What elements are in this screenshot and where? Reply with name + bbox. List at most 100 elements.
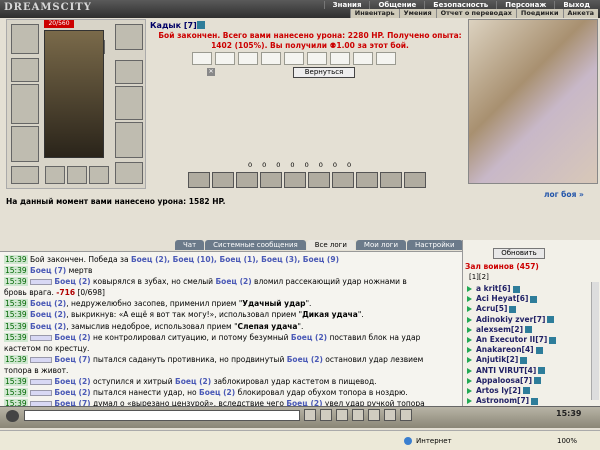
fighter-name[interactable]: Боец (2)	[54, 388, 90, 397]
fighter-name[interactable]: Боец (2)	[287, 355, 323, 364]
action-cell[interactable]	[261, 52, 281, 65]
skill-slot[interactable]	[236, 172, 258, 188]
user-row[interactable]: alexsem [2]	[467, 325, 589, 335]
private-arrow-icon[interactable]	[467, 286, 472, 293]
fighter-name[interactable]: Боец (2)	[291, 333, 327, 342]
user-row[interactable]: Anakareon [4]	[467, 345, 589, 355]
skill-slot[interactable]	[404, 172, 426, 188]
user-name[interactable]: Adinokiy zver	[476, 315, 533, 325]
close-icon[interactable]: ✕	[207, 68, 215, 76]
fighter-name[interactable]: Боец (2)	[286, 399, 322, 406]
action-cell[interactable]	[353, 52, 373, 65]
user-row[interactable]: Appaloosa [7]	[467, 376, 589, 386]
amulet-slot[interactable]	[11, 58, 39, 82]
private-icon[interactable]	[368, 409, 380, 421]
private-arrow-icon[interactable]	[467, 357, 472, 364]
fighter-name[interactable]: Боец (2)	[54, 333, 90, 342]
pants-slot[interactable]	[115, 122, 143, 158]
settings-icon[interactable]	[384, 409, 396, 421]
character-name[interactable]: Кадык [7]	[150, 21, 197, 30]
chat-tab[interactable]: Чат	[175, 240, 205, 250]
fighter-name[interactable]: Боец (2)	[30, 299, 66, 308]
info-icon[interactable]	[531, 397, 539, 405]
top-menu-item[interactable]: Выход	[554, 1, 598, 9]
fighter-name[interactable]: Боец (2)	[30, 322, 66, 331]
return-button[interactable]: Вернуться	[293, 67, 355, 78]
skill-slot[interactable]	[380, 172, 402, 188]
user-name[interactable]: alexsem	[476, 325, 511, 335]
shield-slot[interactable]	[115, 86, 143, 120]
sub-menu-item[interactable]: Инвентарь	[349, 9, 399, 18]
belt-slot[interactable]	[11, 166, 39, 184]
rune-slot-3[interactable]	[89, 166, 109, 184]
action-cell[interactable]	[192, 52, 212, 65]
chat-tab[interactable]: Системные сообщения	[205, 240, 306, 250]
top-menu-item[interactable]: Персонаж	[496, 1, 554, 9]
ring-slot[interactable]	[115, 24, 143, 50]
sub-menu-item[interactable]: Поединки	[515, 9, 563, 18]
user-name[interactable]: Artos ly	[476, 386, 509, 396]
user-name[interactable]: Anakareon	[476, 345, 522, 355]
action-cell[interactable]	[376, 52, 396, 65]
user-row[interactable]: ANTI VIRUT [4]	[467, 366, 589, 376]
private-arrow-icon[interactable]	[467, 316, 472, 323]
action-cell[interactable]	[284, 52, 304, 65]
user-row[interactable]: Anjutik [2]	[467, 355, 589, 365]
chat-tab[interactable]: Мои логи	[355, 240, 406, 250]
chat-tab[interactable]: Все логи	[306, 240, 355, 250]
user-row[interactable]: Artos ly [2]	[467, 386, 589, 396]
fighter-name[interactable]: Боец (7)	[30, 266, 66, 275]
private-arrow-icon[interactable]	[467, 347, 472, 354]
top-menu-item[interactable]: Безопасность	[424, 1, 496, 9]
skill-slot[interactable]	[284, 172, 306, 188]
translit-icon[interactable]	[352, 409, 364, 421]
skill-slot[interactable]	[356, 172, 378, 188]
info-icon[interactable]	[538, 367, 546, 375]
user-name[interactable]: Appaloosa	[476, 376, 520, 386]
info-icon[interactable]	[535, 346, 543, 354]
help-icon[interactable]	[400, 409, 412, 421]
fighter-name[interactable]: Боец (2)	[54, 277, 90, 286]
info-icon[interactable]	[525, 326, 532, 334]
chat-input[interactable]	[24, 410, 300, 421]
fighter-name[interactable]: Боец (7)	[54, 399, 90, 406]
gloves-slot[interactable]	[115, 60, 143, 84]
skill-slot[interactable]	[188, 172, 210, 188]
user-name[interactable]: Anjutik	[476, 355, 506, 365]
info-icon[interactable]	[549, 336, 557, 344]
fighter-name[interactable]: Боец (2)	[175, 377, 211, 386]
user-row[interactable]: Aci Heyat [6]	[467, 294, 589, 304]
user-name[interactable]: a krit	[476, 284, 499, 294]
sub-menu-item[interactable]: Отчет о переводах	[435, 9, 516, 18]
info-icon[interactable]	[522, 387, 530, 395]
refresh-button[interactable]: Обновить	[493, 248, 545, 259]
fighter-name[interactable]: Боец (2)	[30, 310, 66, 319]
battle-log-link[interactable]: лог боя »	[544, 190, 584, 199]
sub-menu-item[interactable]: Анкета	[562, 9, 599, 18]
skill-slot[interactable]	[308, 172, 330, 188]
user-row[interactable]: An Executor II [7]	[467, 335, 589, 345]
info-icon[interactable]	[534, 377, 542, 385]
fighter-name[interactable]: Боец (7)	[54, 355, 90, 364]
zoom-level[interactable]: 100%	[557, 437, 577, 445]
weapon-slot[interactable]	[11, 84, 39, 124]
chat-tab[interactable]: Настройки	[407, 240, 463, 250]
rune-slot-1[interactable]	[45, 166, 65, 184]
filter-icon[interactable]	[336, 409, 348, 421]
info-icon[interactable]	[530, 295, 538, 303]
private-arrow-icon[interactable]	[467, 377, 472, 384]
private-arrow-icon[interactable]	[467, 296, 472, 303]
rune-slot-2[interactable]	[67, 166, 87, 184]
speaker-icon[interactable]	[6, 410, 19, 422]
info-icon[interactable]	[512, 285, 520, 293]
user-name[interactable]: ANTI VIRUT	[476, 366, 524, 376]
private-arrow-icon[interactable]	[467, 387, 472, 394]
user-name[interactable]: Astronom	[476, 396, 517, 406]
user-name[interactable]: Acru	[476, 304, 495, 314]
action-cell[interactable]	[215, 52, 235, 65]
top-menu-item[interactable]: Знания	[323, 1, 370, 9]
action-cell[interactable]	[238, 52, 258, 65]
user-row[interactable]: Astronom [7]	[467, 396, 589, 406]
skill-slot[interactable]	[260, 172, 282, 188]
fighter-name[interactable]: Боец (2)	[54, 377, 90, 386]
